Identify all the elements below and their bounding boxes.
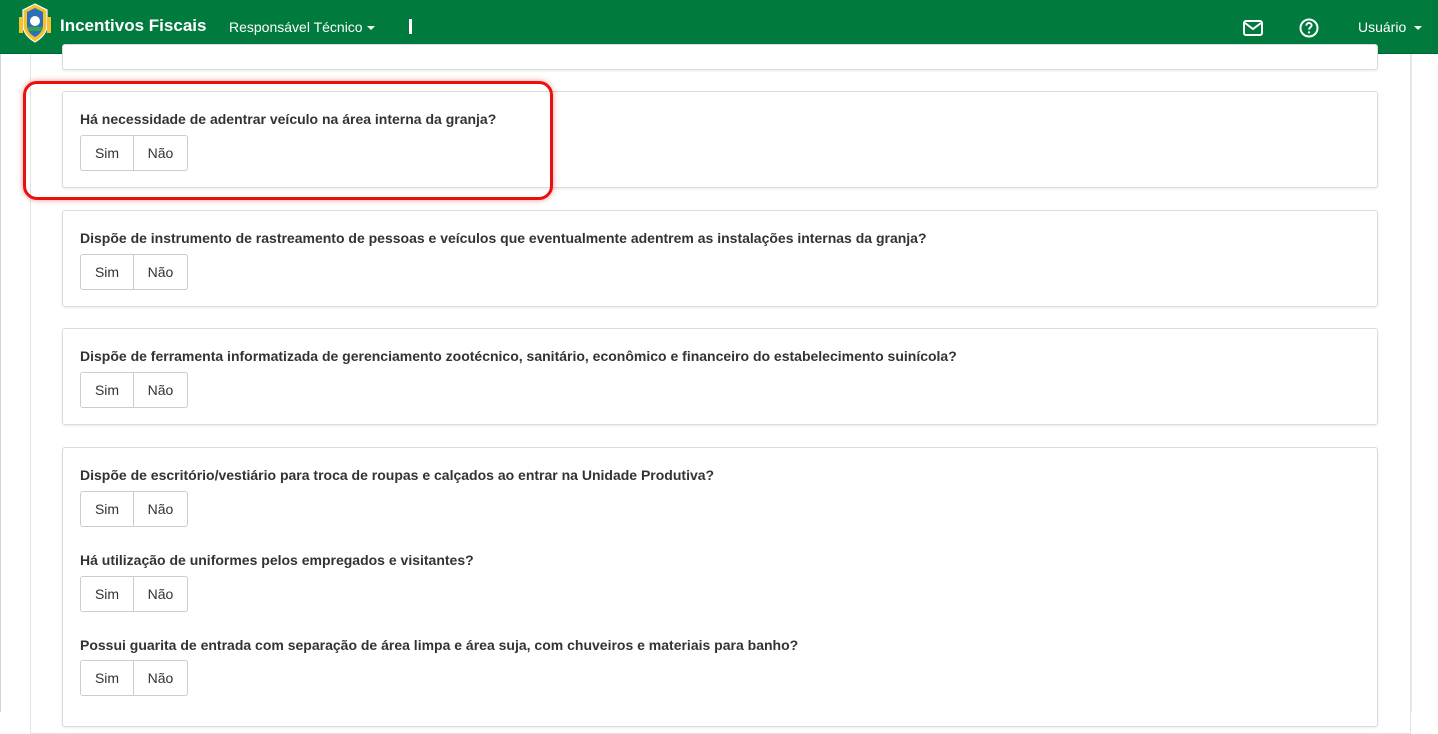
question-card: Há necessidade de adentrar veículo na ár… <box>62 91 1378 188</box>
caret-down-icon <box>1414 26 1423 31</box>
user-menu-label: Usuário <box>1358 19 1407 35</box>
yes-no-toggle: Sim Não <box>80 660 188 696</box>
question-text: Dispõe de escritório/vestiário para troc… <box>80 467 715 483</box>
envelope-icon[interactable] <box>1242 17 1264 39</box>
yes-button[interactable]: Sim <box>80 254 134 290</box>
question-text: Possui guarita de entrada com separação … <box>80 637 799 653</box>
question-card: Dispõe de instrumento de rastreamento de… <box>62 210 1378 307</box>
question-text: Dispõe de instrumento de rastreamento de… <box>80 230 927 246</box>
app-brand[interactable]: Incentivos Fiscais <box>60 16 206 36</box>
question-card: Dispõe de escritório/vestiário para troc… <box>62 447 1378 727</box>
no-button[interactable]: Não <box>134 660 188 696</box>
yes-no-toggle: Sim Não <box>80 491 188 527</box>
yes-button[interactable]: Sim <box>80 372 134 408</box>
question-text: Há necessidade de adentrar veículo na ár… <box>80 111 497 127</box>
question-text: Há utilização de uniformes pelos emprega… <box>80 552 474 568</box>
yes-no-toggle: Sim Não <box>80 372 188 408</box>
no-button[interactable]: Não <box>134 254 188 290</box>
yes-button[interactable]: Sim <box>80 576 134 612</box>
page-right-gutter <box>1411 54 1438 712</box>
yes-button[interactable]: Sim <box>80 660 134 696</box>
responsavel-tecnico-menu[interactable]: Responsável Técnico <box>229 19 375 35</box>
yes-no-toggle: Sim Não <box>80 576 188 612</box>
coat-of-arms-icon[interactable] <box>18 3 52 43</box>
question-card: Dispõe de ferramenta informatizada de ge… <box>62 328 1378 425</box>
yes-no-toggle: Sim Não <box>80 254 188 290</box>
no-button[interactable]: Não <box>134 372 188 408</box>
page-left-border <box>0 54 1 712</box>
yes-button[interactable]: Sim <box>80 135 134 171</box>
no-button[interactable]: Não <box>134 135 188 171</box>
caret-down-icon <box>366 26 375 31</box>
question-circle-icon[interactable] <box>1298 17 1320 39</box>
yes-no-toggle: Sim Não <box>80 135 188 171</box>
yes-button[interactable]: Sim <box>80 491 134 527</box>
question-text: Dispõe de ferramenta informatizada de ge… <box>80 348 957 364</box>
no-button[interactable]: Não <box>134 576 188 612</box>
menu-label: Responsável Técnico <box>229 19 363 35</box>
text-cursor <box>409 19 412 34</box>
user-menu[interactable]: Usuário <box>1358 19 1423 35</box>
no-button[interactable]: Não <box>134 491 188 527</box>
previous-question-card <box>62 44 1378 70</box>
